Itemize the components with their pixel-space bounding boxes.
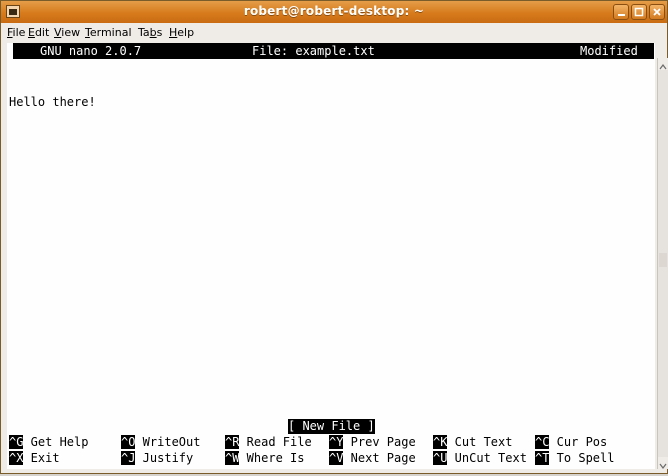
nano-filename: File: example.txt <box>252 44 375 58</box>
nano-status-message: [ New File ] <box>288 419 375 434</box>
shortcut-writeout: ^O WriteOut <box>121 435 201 449</box>
scroll-thumb[interactable] <box>659 253 667 267</box>
scroll-down-arrow[interactable] <box>658 457 668 469</box>
menu-bar: File Edit View Terminal Tabs Help <box>1 23 667 43</box>
shortcut-next-page: ^V Next Page <box>329 451 416 465</box>
menu-file[interactable]: File <box>7 26 25 39</box>
maximize-icon <box>634 7 644 17</box>
shortcut-get-help: ^G Get Help <box>9 435 89 449</box>
nano-header-bar: GNU nano 2.0.7 File: example.txt Modifie… <box>13 43 654 59</box>
window-title: robert@robert-desktop: ~ <box>243 4 425 18</box>
menu-edit[interactable]: Edit <box>28 26 49 39</box>
shortcut-cur-pos: ^C Cur Pos <box>535 435 608 449</box>
shortcut-cut-text: ^K Cut Text <box>433 435 513 449</box>
title-bar[interactable]: robert@robert-desktop: ~ <box>1 1 667 23</box>
chevron-down-icon <box>659 463 667 469</box>
scroll-up-arrow[interactable] <box>658 58 668 70</box>
shortcut-prev-page: ^Y Prev Page <box>329 435 416 449</box>
shortcut-where-is: ^W Where Is <box>225 451 305 465</box>
minimize-button[interactable] <box>613 4 629 20</box>
shortcut-to-spell: ^T To Spell <box>535 451 615 465</box>
close-icon <box>653 8 661 16</box>
terminal-window: robert@robert-desktop: ~ File Edit View … <box>0 0 668 474</box>
shortcut-uncut-text: ^U UnCut Text <box>433 451 527 465</box>
file-content-line[interactable]: Hello there! <box>9 95 96 110</box>
menu-terminal[interactable]: Terminal <box>85 26 132 39</box>
terminal-area[interactable]: GNU nano 2.0.7 File: example.txt Modifie… <box>7 43 655 469</box>
minimize-icon <box>618 14 625 16</box>
menu-tabs[interactable]: Tabs <box>138 26 162 39</box>
vertical-scrollbar[interactable] <box>657 58 668 469</box>
close-button[interactable] <box>649 4 665 20</box>
shortcut-exit: ^X Exit <box>9 451 60 465</box>
shortcut-read-file: ^R Read File <box>225 435 312 449</box>
maximize-button[interactable] <box>631 4 647 20</box>
shortcut-justify: ^J Justify <box>121 451 194 465</box>
nano-version: GNU nano 2.0.7 <box>40 44 142 58</box>
nano-modified-flag: Modified <box>580 44 638 58</box>
menu-view[interactable]: View <box>54 26 80 39</box>
chevron-up-icon <box>659 64 667 70</box>
menu-help[interactable]: Help <box>169 26 194 39</box>
